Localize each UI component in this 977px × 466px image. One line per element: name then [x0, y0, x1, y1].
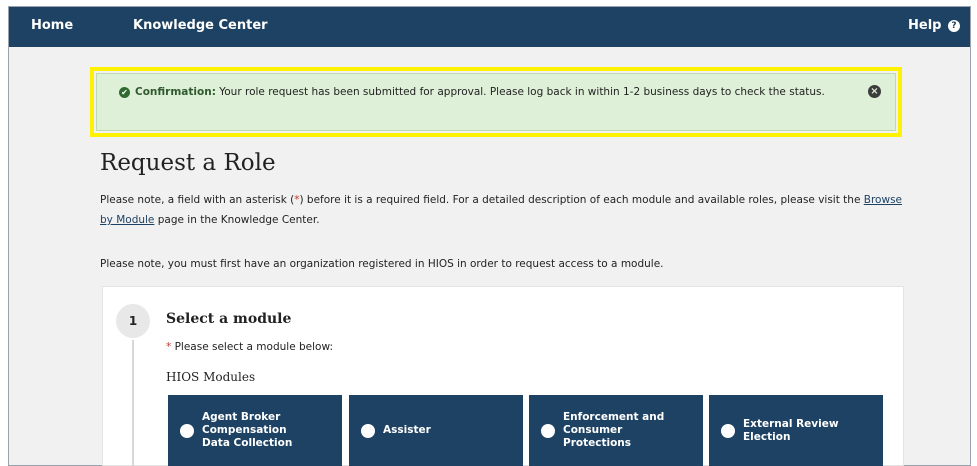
required-field-note: Please note, a field with an asterisk (*… [100, 190, 910, 230]
instruction-text: Please select a module below: [171, 341, 334, 353]
nav-home-link[interactable]: Home [31, 18, 73, 33]
organization-note: Please note, you must first have an orga… [100, 258, 664, 270]
radio-icon[interactable] [361, 423, 375, 438]
alert-label: Confirmation: [135, 86, 216, 98]
check-circle-icon: ✔ [119, 87, 130, 98]
module-label: Assister [383, 424, 431, 436]
confirmation-alert: ✔ Confirmation: Your role request has bee… [96, 73, 896, 131]
hios-modules-label: HIOS Modules [166, 370, 256, 384]
note-text-a: Please note, a field with an asterisk ( [100, 194, 295, 206]
question-circle-icon: ? [948, 20, 960, 32]
module-option-external-review[interactable]: External Review Election [709, 395, 883, 466]
step-title: Select a module [166, 311, 292, 327]
module-option-assister[interactable]: Assister [349, 395, 523, 466]
nav-knowledge-center-link[interactable]: Knowledge Center [133, 18, 268, 33]
radio-icon[interactable] [721, 423, 735, 438]
note-text-b: ) before it is a required field. For a d… [299, 194, 864, 206]
step-instruction: * Please select a module below: [166, 341, 333, 353]
module-option-agent-broker[interactable]: Agent Broker Compensation Data Collectio… [168, 395, 342, 466]
radio-icon[interactable] [180, 423, 194, 438]
alert-message: Your role request has been submitted for… [215, 86, 825, 98]
page-title: Request a Role [100, 150, 276, 176]
top-navigation-bar: Home Knowledge Center Help ? [9, 7, 970, 47]
step-number-badge: 1 [116, 304, 150, 338]
step-connector-line [132, 340, 134, 466]
help-label: Help [908, 18, 942, 33]
note-text-c: page in the Knowledge Center. [154, 214, 320, 226]
close-circle-icon[interactable]: × [868, 85, 881, 98]
module-option-enforcement[interactable]: Enforcement and Consumer Protections [529, 395, 703, 466]
nav-help-link[interactable]: Help ? [908, 18, 960, 33]
module-label: Enforcement and Consumer Protections [563, 411, 665, 449]
module-label: External Review Election [743, 417, 839, 443]
radio-icon[interactable] [541, 423, 555, 438]
module-label: Agent Broker Compensation Data Collectio… [202, 411, 293, 449]
